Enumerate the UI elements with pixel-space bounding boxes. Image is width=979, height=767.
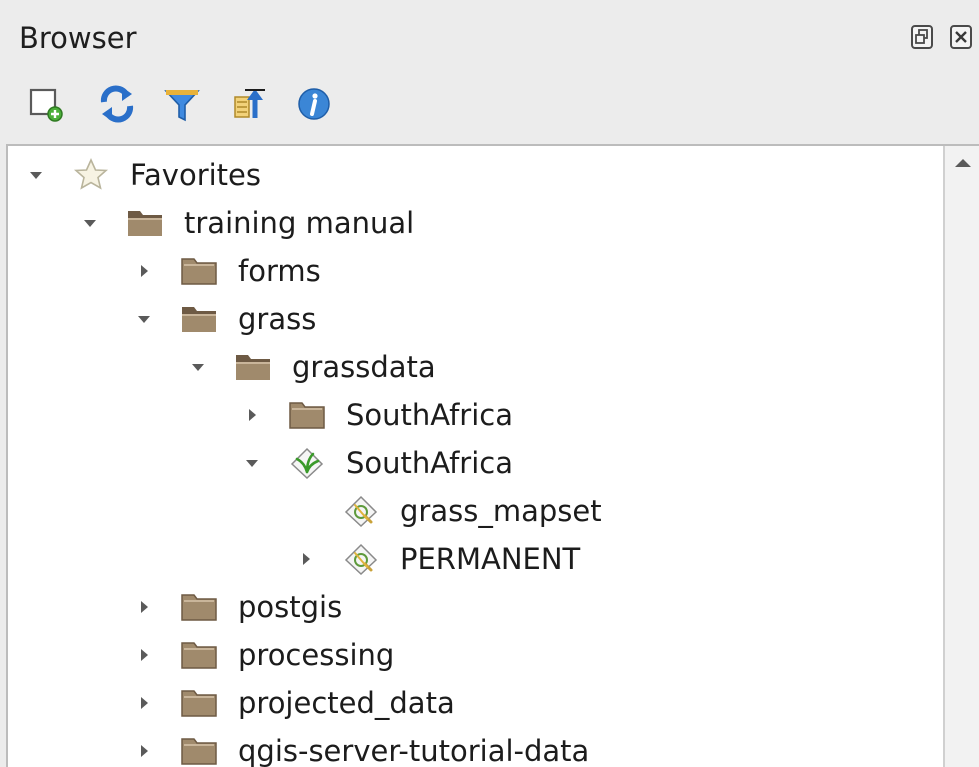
info-icon bbox=[298, 88, 330, 120]
add-layer-icon bbox=[29, 88, 63, 122]
add-selected-layers-button[interactable] bbox=[24, 82, 68, 126]
tree-item-label: grassdata bbox=[292, 350, 436, 384]
tree-item-forms[interactable]: forms bbox=[116, 247, 943, 295]
tree-item-label: grass_mapset bbox=[400, 494, 602, 528]
close-panel-button[interactable] bbox=[950, 25, 972, 49]
tree-item-label: Favorites bbox=[130, 158, 261, 192]
tree-item-label: projected_data bbox=[238, 686, 455, 720]
tree-item-label: PERMANENT bbox=[400, 542, 581, 576]
tree-item-projected-data[interactable]: projected_data bbox=[116, 679, 943, 727]
collapse-arrow-icon[interactable] bbox=[26, 165, 46, 185]
tree-item-label: processing bbox=[238, 638, 395, 672]
tree-item-label: SouthAfrica bbox=[346, 446, 513, 480]
grass-location-icon bbox=[287, 445, 327, 481]
expand-arrow-icon[interactable] bbox=[134, 741, 154, 761]
expand-arrow-icon[interactable] bbox=[242, 405, 262, 425]
tree-item-grass[interactable]: grass bbox=[116, 295, 943, 343]
grass-mapset-icon bbox=[341, 541, 381, 577]
collapse-arrow-icon[interactable] bbox=[242, 453, 262, 473]
collapse-all-icon bbox=[234, 89, 265, 118]
folder-icon bbox=[179, 589, 219, 625]
tree-item-label: postgis bbox=[238, 590, 343, 624]
filter-button[interactable] bbox=[160, 82, 204, 126]
float-icon bbox=[915, 29, 928, 44]
tree-item-southafrica[interactable]: SouthAfrica bbox=[224, 391, 943, 439]
collapse-all-button[interactable] bbox=[228, 82, 272, 126]
browser-tree-view[interactable]: Favorites training manual forms grass grassd… bbox=[6, 144, 979, 767]
properties-button[interactable] bbox=[292, 82, 336, 126]
filter-icon bbox=[164, 90, 200, 122]
panel-title: Browser bbox=[19, 21, 137, 55]
scroll-up-arrow-icon[interactable] bbox=[953, 156, 973, 170]
vertical-scrollbar[interactable] bbox=[943, 146, 979, 767]
expand-arrow-icon[interactable] bbox=[134, 597, 154, 617]
folder-icon bbox=[179, 733, 219, 767]
tree-item-label: SouthAfrica bbox=[346, 398, 513, 432]
browser-toolbar bbox=[0, 72, 979, 142]
tree-item-label: grass bbox=[238, 302, 317, 336]
tree-item-permanent[interactable]: PERMANENT bbox=[278, 535, 943, 583]
expand-arrow-icon[interactable] bbox=[134, 645, 154, 665]
expand-arrow-icon[interactable] bbox=[296, 549, 316, 569]
folder-open-icon bbox=[179, 301, 219, 337]
panel-title-bar: Browser bbox=[0, 0, 979, 72]
refresh-button[interactable] bbox=[95, 82, 139, 126]
tree: Favorites training manual forms grass grassd… bbox=[8, 146, 943, 767]
tree-item-label: forms bbox=[238, 254, 321, 288]
collapse-arrow-icon[interactable] bbox=[80, 213, 100, 233]
collapse-arrow-icon[interactable] bbox=[134, 309, 154, 329]
tree-item-southafrica[interactable]: SouthAfrica bbox=[224, 439, 943, 487]
folder-icon bbox=[179, 637, 219, 673]
grass-mapset-icon bbox=[341, 493, 381, 529]
tree-item-processing[interactable]: processing bbox=[116, 631, 943, 679]
tree-item-grassdata[interactable]: grassdata bbox=[170, 343, 943, 391]
tree-item-grass-mapset[interactable]: grass_mapset bbox=[278, 487, 943, 535]
tree-item-favorites[interactable]: Favorites bbox=[8, 151, 943, 199]
browser-panel: Browser Favorites training manual forms … bbox=[0, 0, 979, 767]
collapse-arrow-icon[interactable] bbox=[188, 357, 208, 377]
folder-open-icon bbox=[125, 205, 165, 241]
expand-arrow-icon[interactable] bbox=[134, 693, 154, 713]
tree-item-qgis-server-tutorial-data[interactable]: qgis-server-tutorial-data bbox=[116, 727, 943, 767]
folder-open-icon bbox=[233, 349, 273, 385]
folder-icon bbox=[179, 253, 219, 289]
folder-icon bbox=[287, 397, 327, 433]
tree-item-training-manual[interactable]: training manual bbox=[62, 199, 943, 247]
close-icon bbox=[955, 31, 967, 43]
refresh-icon bbox=[100, 85, 134, 123]
tree-item-label: training manual bbox=[184, 206, 415, 240]
star-icon bbox=[71, 157, 111, 193]
tree-item-label: qgis-server-tutorial-data bbox=[238, 734, 590, 767]
expand-arrow-icon[interactable] bbox=[134, 261, 154, 281]
tree-item-postgis[interactable]: postgis bbox=[116, 583, 943, 631]
float-panel-button[interactable] bbox=[911, 25, 933, 49]
folder-icon bbox=[179, 685, 219, 721]
